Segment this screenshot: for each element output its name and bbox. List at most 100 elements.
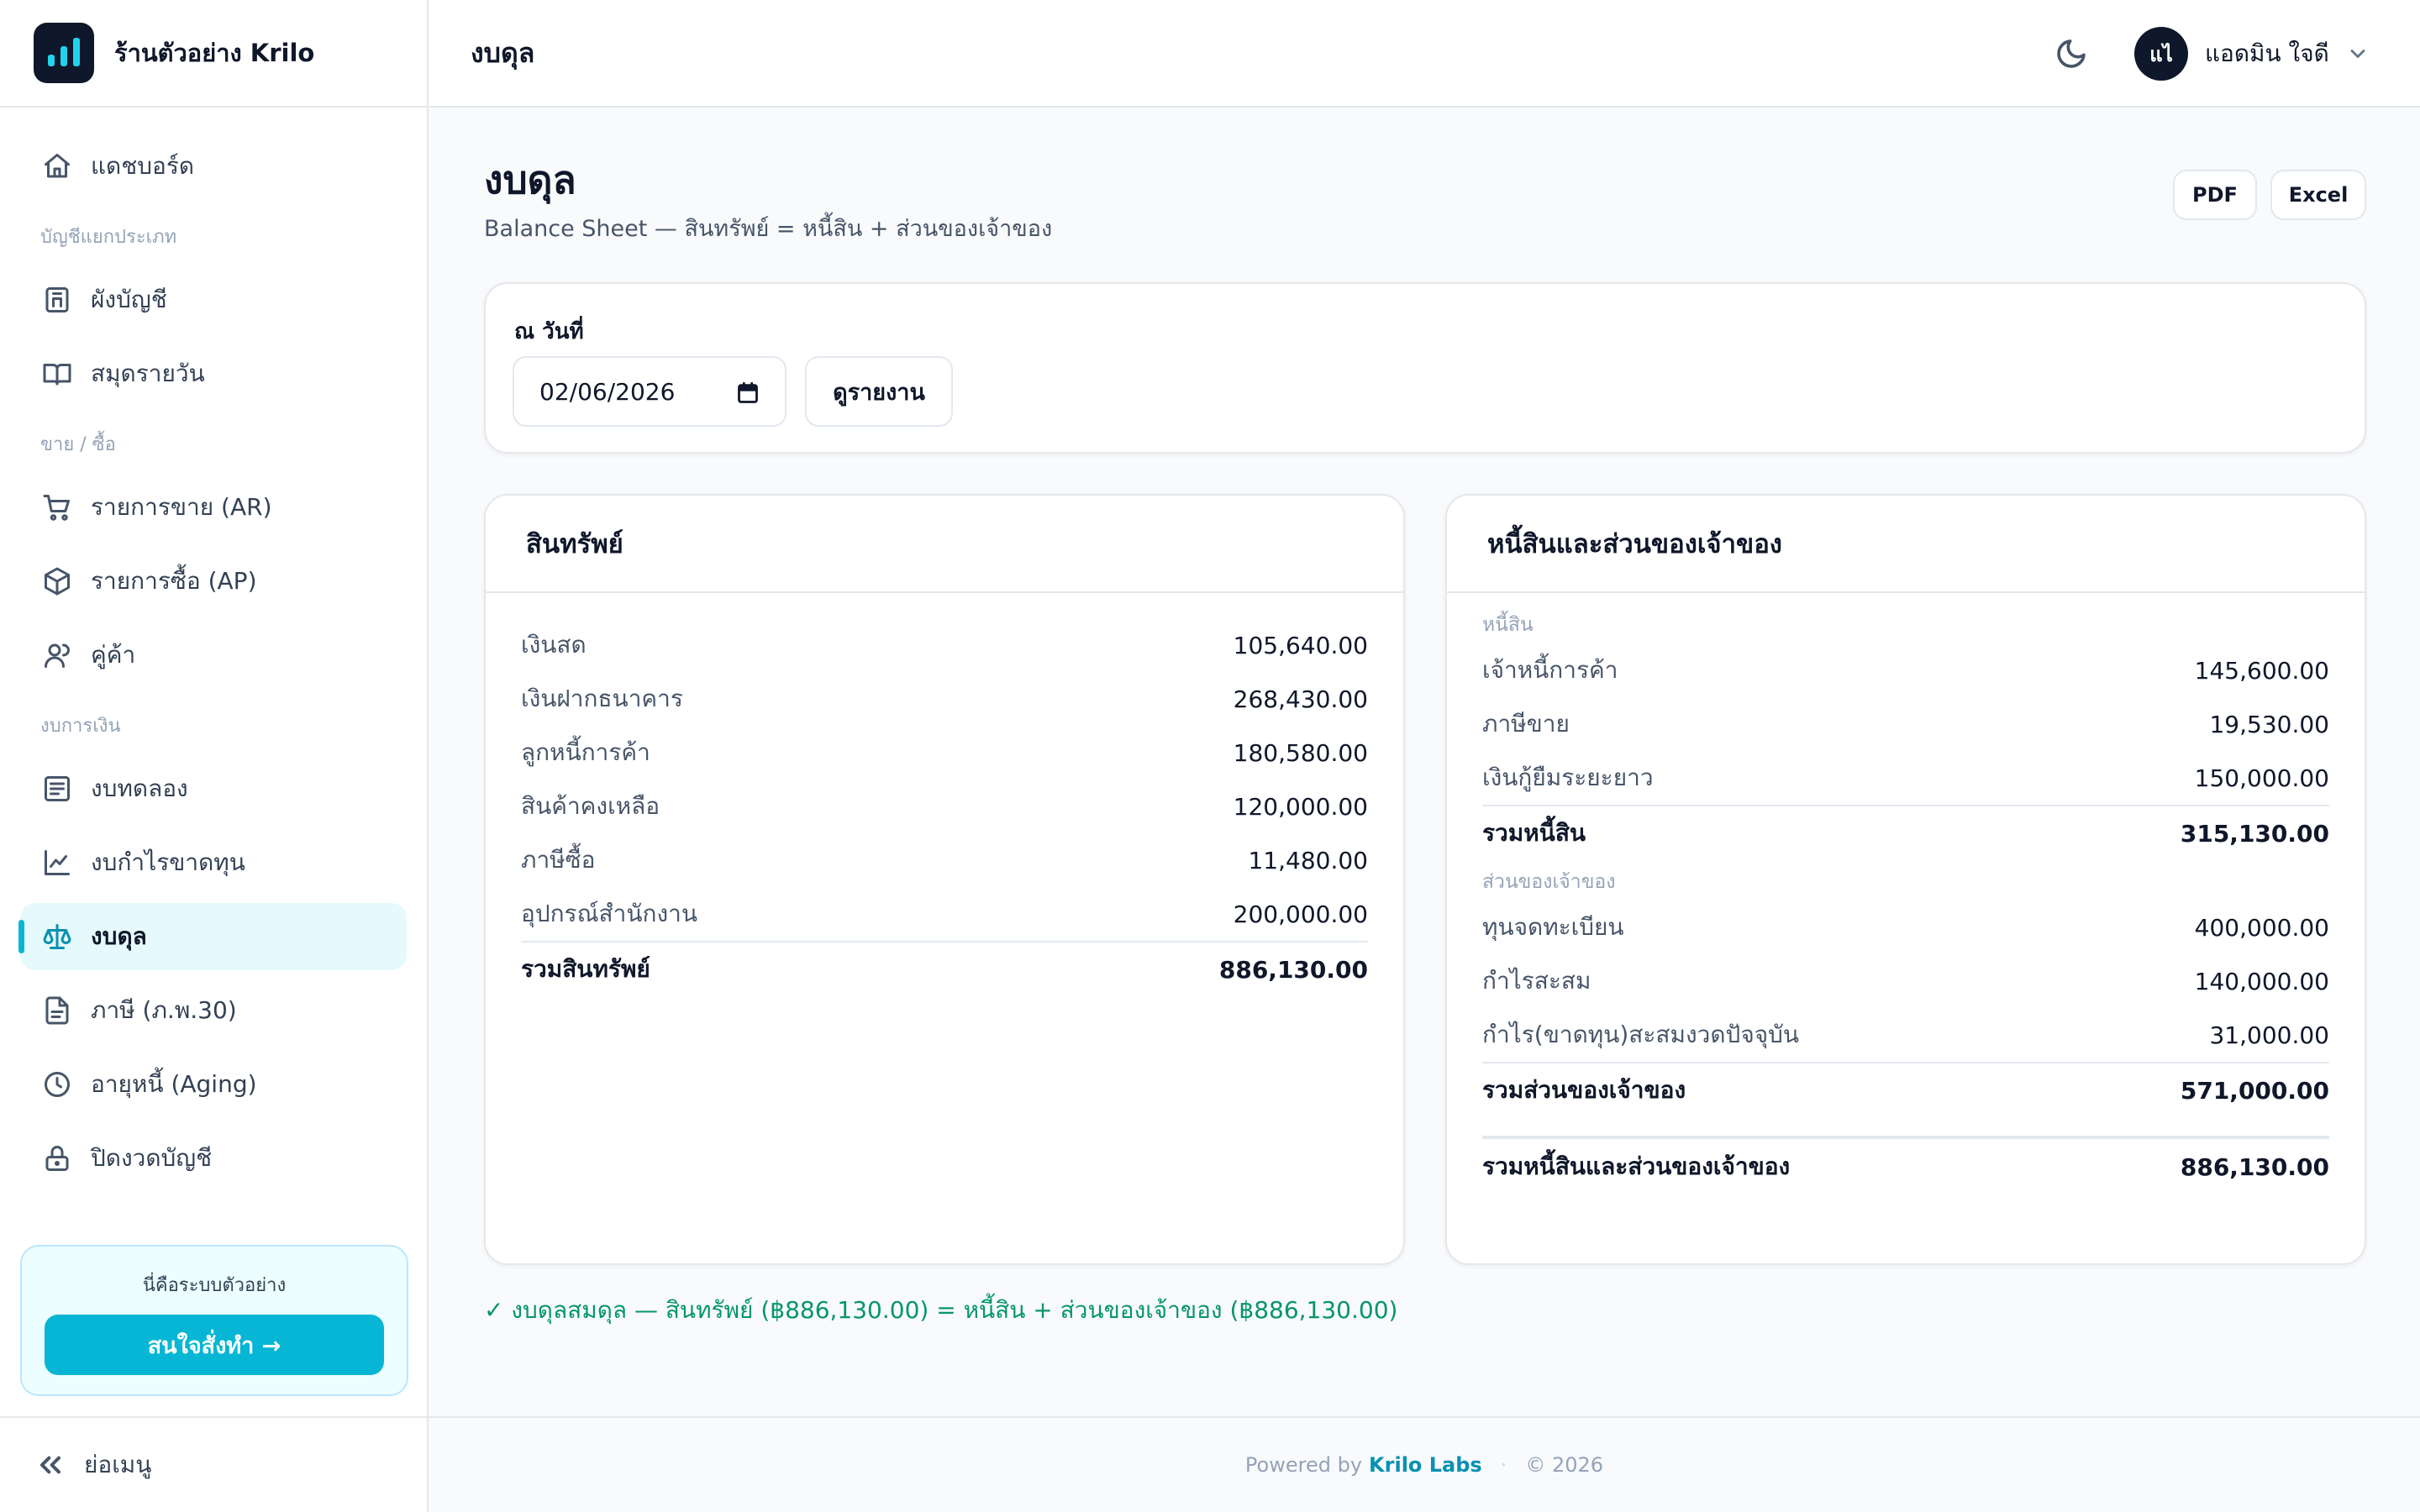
krilo-labs-link[interactable]: Krilo Labs <box>1369 1453 1482 1477</box>
account-amount: 140,000.00 <box>2194 967 2329 995</box>
account-amount: 145,600.00 <box>2194 656 2329 685</box>
account-amount: 19,530.00 <box>2209 710 2329 738</box>
account-amount: 180,580.00 <box>1233 738 1368 767</box>
avatar: แไ <box>2134 27 2188 81</box>
total-label: รวมสินทรัพย์ <box>521 955 650 983</box>
sidebar-item-trial-balance[interactable]: งบทดลอง <box>20 755 407 822</box>
export-pdf-button[interactable]: PDF <box>2173 170 2257 220</box>
page-title: งบดุล <box>484 157 576 202</box>
scale-icon <box>40 920 74 953</box>
assets-card-title: สินทรัพย์ <box>486 496 1403 593</box>
collapse-menu-button[interactable]: ย่อเมนู <box>0 1416 427 1512</box>
sidebar-nav: แดชบอร์ด บัญชีแยกประเภท ผังบัญชี สมุดราย… <box>0 108 427 1192</box>
theme-toggle-button[interactable] <box>2054 37 2088 71</box>
account-amount: 120,000.00 <box>1233 792 1368 821</box>
chevrons-left-icon <box>40 1456 60 1474</box>
export-excel-button[interactable]: Excel <box>2270 170 2366 220</box>
sidebar-item-chart-of-accounts[interactable]: ผังบัญชี <box>20 266 407 333</box>
liabilities-total-row: รวมหนี้สิน 315,130.00 <box>1482 805 2329 860</box>
sidebar-section-sales-purchases: ขาย / ซื้อ <box>40 434 116 455</box>
account-name: เจ้าหนี้การค้า <box>1482 656 1618 684</box>
sidebar-item-balance-sheet[interactable]: งบดุล <box>18 903 407 970</box>
powered-by-text: Powered by <box>1244 1453 1363 1477</box>
sidebar-item-journal[interactable]: สมุดรายวัน <box>20 340 407 407</box>
calendar-icon[interactable] <box>736 381 760 405</box>
list-item: ลูกหนี้การค้า 180,580.00 <box>521 726 1368 780</box>
equity-total-row: รวมส่วนของเจ้าของ 571,000.00 <box>1482 1062 2329 1117</box>
sidebar-item-partners[interactable]: คู่ค้า <box>20 622 407 689</box>
assets-list: เงินสด 105,640.00 เงินฝากธนาคาร 268,430.00… <box>521 618 1368 996</box>
sidebar: ร้านตัวอย่าง Krilo แดชบอร์ด บัญชีแยกประเ… <box>0 0 429 1512</box>
list-item: เงินฝากธนาคาร 268,430.00 <box>521 672 1368 726</box>
topbar-title: งบดุล <box>471 36 535 69</box>
account-amount: 105,640.00 <box>1233 631 1368 659</box>
account-name: กำไรสะสม <box>1482 967 1591 995</box>
account-amount: 400,000.00 <box>2194 913 2329 942</box>
list-item: ภาษีซื้อ 11,480.00 <box>521 833 1368 887</box>
list-item: ภาษีขาย 19,530.00 <box>1482 697 2329 751</box>
sidebar-item-aging[interactable]: อายุหนี้ (Aging) <box>20 1051 407 1118</box>
report-filter: ณ วันที่ 02/06/2026 ดูรายงาน <box>484 282 2366 454</box>
cart-icon <box>40 491 74 524</box>
sidebar-item-tax[interactable]: ภาษี (ภ.พ.30) <box>20 977 407 1044</box>
list-item: กำไรสะสม 140,000.00 <box>1482 954 2329 1008</box>
sidebar-item-purchases[interactable]: รายการซื้อ (AP) <box>20 548 407 615</box>
sidebar-item-income-statement[interactable]: งบกำไรขาดทุน <box>20 829 407 896</box>
list-item: เจ้าหนี้การค้า 145,600.00 <box>1482 643 2329 697</box>
order-custom-button[interactable]: สนใจสั่งทำ → <box>45 1315 384 1375</box>
sidebar-item-label: แดชบอร์ด <box>91 152 195 180</box>
account-name: กำไร(ขาดทุน)สะสมงวดปัจจุบัน <box>1482 1021 1800 1048</box>
brand-logo-icon <box>34 23 94 83</box>
sidebar-section-ledger: บัญชีแยกประเภท <box>40 227 177 248</box>
account-name: เงินสด <box>521 631 587 659</box>
date-value: 02/06/2026 <box>539 377 676 406</box>
sidebar-item-label: รายการขาย (AR) <box>91 493 272 521</box>
user-name: แอดมิน ใจดี <box>2205 39 2329 67</box>
equity-section-label: ส่วนของเจ้าของ <box>1482 871 1616 893</box>
list-item: กำไร(ขาดทุน)สะสมงวดปัจจุบัน 31,000.00 <box>1482 1008 2329 1062</box>
view-report-button[interactable]: ดูรายงาน <box>805 356 953 427</box>
sidebar-section-statements: งบการเงิน <box>40 716 121 737</box>
clock-icon <box>40 1068 74 1101</box>
users-icon <box>40 638 74 672</box>
footer-separator: · <box>1500 1453 1507 1477</box>
demo-promo: นี่คือระบบตัวอย่าง สนใจสั่งทำ → <box>20 1245 408 1396</box>
sidebar-item-label: ปิดงวดบัญชี <box>91 1144 213 1172</box>
account-amount: 31,000.00 <box>2209 1021 2329 1049</box>
list-icon <box>40 772 74 806</box>
account-name: เงินกู้ยืมระยะยาว <box>1482 764 1654 791</box>
sidebar-item-label: ผังบัญชี <box>91 286 167 313</box>
account-name: ภาษีซื้อ <box>521 846 596 874</box>
account-name: อุปกรณ์สำนักงาน <box>521 900 697 927</box>
liabilities-equity-card: หนี้สินและส่วนของเจ้าของ หนี้สิน เจ้าหนี… <box>1445 494 2366 1265</box>
total-label: รวมหนี้สิน <box>1482 819 1586 847</box>
sidebar-item-sales[interactable]: รายการขาย (AR) <box>20 474 407 541</box>
sidebar-item-label: คู่ค้า <box>91 641 136 669</box>
as-of-date-label: ณ วันที่ <box>514 319 584 344</box>
account-name: ลูกหนี้การค้า <box>521 738 650 766</box>
user-menu[interactable]: แไ แอดมิน ใจดี <box>2134 27 2370 81</box>
liabilities-section-label: หนี้สิน <box>1482 614 1534 636</box>
sidebar-item-label: งบกำไรขาดทุน <box>91 848 245 876</box>
account-name: ทุนจดทะเบียน <box>1482 913 1624 941</box>
home-icon <box>40 150 74 183</box>
brand[interactable]: ร้านตัวอย่าง Krilo <box>0 0 427 108</box>
document-icon <box>40 994 74 1027</box>
chart-line-icon <box>40 846 74 879</box>
assets-card: สินทรัพย์ เงินสด 105,640.00 เงินฝากธนาคาร… <box>484 494 1405 1265</box>
sidebar-item-close-period[interactable]: ปิดงวดบัญชี <box>20 1125 407 1192</box>
liabilities-equity-card-title: หนี้สินและส่วนของเจ้าของ <box>1447 496 2365 593</box>
total-amount: 886,130.00 <box>1218 955 1368 984</box>
copyright-text: © 2026 <box>1525 1453 1604 1477</box>
account-name: เงินฝากธนาคาร <box>521 685 683 712</box>
as-of-date-input[interactable]: 02/06/2026 <box>513 356 786 427</box>
sidebar-item-label: ภาษี (ภ.พ.30) <box>91 996 237 1024</box>
total-label: รวมส่วนของเจ้าของ <box>1482 1076 1686 1104</box>
chevron-down-icon <box>2350 50 2365 58</box>
sidebar-item-dashboard[interactable]: แดชบอร์ด <box>20 133 407 200</box>
book-icon <box>40 357 74 391</box>
list-item: สินค้าคงเหลือ 120,000.00 <box>521 780 1368 833</box>
list-item: ทุนจดทะเบียน 400,000.00 <box>1482 900 2329 954</box>
topbar: งบดุล แไ แอดมิน ใจดี <box>429 0 2420 108</box>
ledger-icon <box>40 283 74 317</box>
